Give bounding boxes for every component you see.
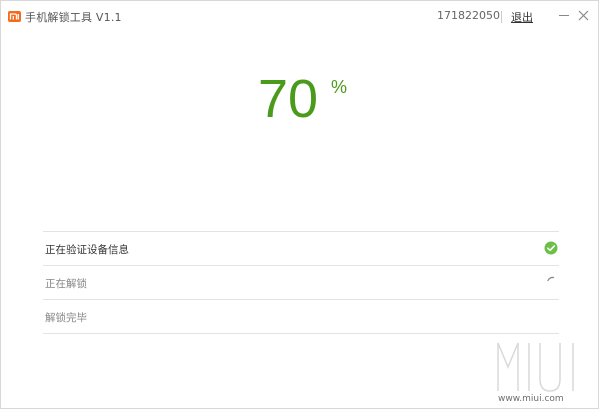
unlock-steps-list: 正在验证设备信息 正在解锁 解锁完毕 [43,231,559,334]
logout-link[interactable]: 退出 [511,9,533,25]
account-id: 171822050 [437,9,500,22]
progress-percent-unit: % [331,77,348,97]
watermark-site-text: www.miui.com [498,394,564,404]
unlock-tool-window: 手机解锁工具 V1.1 171822050 退出 70 % 正在验证设备信息 正… [0,0,599,409]
step-unlocking: 正在解锁 [43,265,559,299]
step-label: 解锁完毕 [45,312,87,324]
step-unlock-complete: 解锁完毕 [43,299,559,334]
step-label: 正在验证设备信息 [45,244,129,256]
minimize-icon[interactable] [559,15,569,17]
step-label: 正在解锁 [45,278,87,290]
progress-percent-value: 70 [258,69,319,129]
close-icon[interactable] [578,10,589,21]
app-title: 手机解锁工具 V1.1 [25,11,122,24]
check-circle-icon [544,241,558,255]
spinner-icon [547,276,555,282]
title-bar: 手机解锁工具 V1.1 171822050 退出 [1,1,598,31]
mi-logo-icon [8,11,21,22]
title-divider [501,11,502,23]
step-verify-device: 正在验证设备信息 [43,231,559,265]
